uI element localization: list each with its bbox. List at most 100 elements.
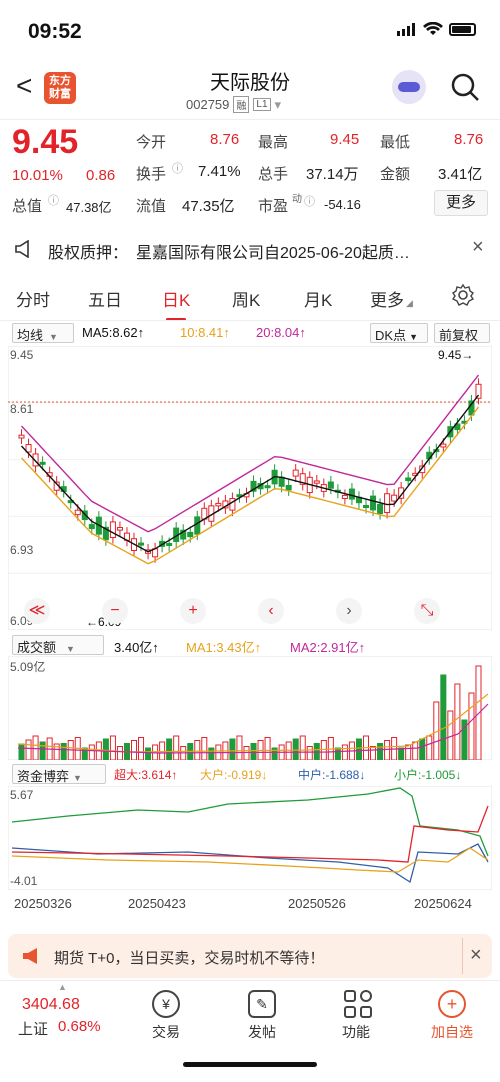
volume-bar [398, 747, 405, 760]
zoom-out-max-button[interactable]: ≪ [24, 598, 50, 624]
volume-bar [419, 738, 426, 760]
volume-bar [250, 743, 257, 760]
axis-top-label: 9.45 [10, 348, 34, 362]
mid-line [11, 843, 489, 884]
capital-indicator-select[interactable]: 资金博弈 ▼ [12, 764, 106, 784]
candle-body [362, 504, 370, 508]
volume-chart[interactable] [8, 656, 492, 760]
chart-frame [8, 346, 492, 630]
fullscreen-button[interactable]: ⤡ [414, 598, 440, 624]
volume-indicator-select[interactable]: 成交额 ▼ [12, 635, 104, 655]
status-time: 09:52 [28, 20, 82, 43]
scroll-right-button[interactable]: › [336, 598, 362, 624]
notice-bar[interactable]: 股权质押： 星嘉国际有限公司自2025-06-20起质… × [0, 228, 500, 270]
wifi-icon [423, 22, 443, 35]
pe-label: 市盈 [258, 198, 289, 215]
kline-chart[interactable] [8, 346, 492, 630]
search-icon[interactable] [450, 72, 480, 102]
tab-intraday[interactable]: 分时 [16, 286, 50, 311]
banner-close-button[interactable]: × [470, 944, 482, 967]
candle-body [341, 494, 348, 499]
nav-post-label: 发帖 [248, 1024, 276, 1040]
volume-label: 总手 [258, 166, 289, 183]
axis-low-label: 6.93 [10, 543, 34, 557]
battery-icon [449, 22, 476, 36]
volume-bar [306, 746, 313, 760]
megaphone-icon [23, 948, 37, 964]
settings-icon[interactable] [452, 284, 474, 306]
last-price-label: 9.45→ [438, 348, 474, 362]
pe-value: -54.16 [324, 197, 361, 212]
zoom-in-button[interactable]: + [180, 598, 206, 624]
info-icon[interactable]: ⓘ [304, 193, 315, 209]
float-label: 流值 [136, 198, 167, 215]
scroll-left-button[interactable]: ‹ [258, 598, 284, 624]
ma20-line [21, 374, 480, 533]
capital-chart[interactable] [8, 786, 492, 890]
futures-ad-banner[interactable]: 期货 T+0，当日买卖，交易时机不等待！ × [8, 934, 492, 978]
capital-indicator-label: 资金博弈 [17, 769, 70, 784]
volume-bar [440, 674, 447, 760]
adjust-select[interactable]: 前复权 [434, 323, 490, 343]
tab-more[interactable]: 更多 ◢ [370, 286, 413, 311]
volume-indicator-label: 成交额 [17, 640, 57, 655]
date-label-1: 20250326 [14, 896, 72, 911]
amount-value: 3.41亿 [438, 166, 483, 183]
nav-add-watchlist[interactable]: + 加自选 [422, 990, 482, 1042]
low-value: 8.76 [454, 131, 484, 148]
pe-sup: 动 [292, 194, 302, 205]
volume-bar [145, 747, 152, 760]
volume-bar [229, 738, 236, 760]
period-tabs: 分时 五日 日K 周K 月K 更多 ◢ [0, 272, 500, 321]
nav-post[interactable]: ✎ 发帖 [232, 990, 292, 1042]
volume-bar [426, 735, 433, 760]
candle-body [278, 476, 285, 487]
nav-function[interactable]: 功能 [326, 990, 386, 1042]
cellular-icon [397, 22, 417, 36]
volume-bar [320, 740, 327, 760]
nav-trade[interactable]: ¥ 交易 [136, 990, 196, 1042]
candle-body [194, 516, 201, 535]
notice-close-button[interactable]: × [472, 236, 484, 259]
tab-five-day[interactable]: 五日 [88, 286, 122, 311]
volume-bar [39, 741, 46, 760]
assistant-avatar[interactable] [392, 70, 426, 104]
low-label: 最低 [380, 134, 411, 151]
volume-bar [166, 738, 173, 760]
volume-bar [468, 692, 475, 760]
edit-icon: ✎ [248, 990, 276, 1018]
volume-bar [116, 746, 123, 760]
caret-up-icon: ▲ [58, 982, 67, 992]
mktcap-value: 47.38亿 [66, 200, 112, 215]
high-value: 9.45 [330, 131, 360, 148]
tab-weekly-k[interactable]: 周K [232, 286, 260, 311]
tab-monthly-k[interactable]: 月K [304, 286, 332, 311]
indicator-select[interactable]: 均线 ▼ [12, 323, 74, 343]
small-line [11, 787, 489, 857]
small-legend: 小户:-1.005↓ [394, 768, 462, 782]
candle-body [391, 494, 398, 502]
tab-daily-k[interactable]: 日K [162, 286, 190, 321]
candle-body [377, 503, 384, 515]
volume-bar [334, 747, 341, 760]
info-icon[interactable]: ⓘ [48, 192, 59, 208]
volume-bar [102, 738, 109, 760]
more-button[interactable]: 更多 [434, 190, 488, 216]
candle-body [405, 477, 412, 482]
grid-icon [342, 990, 372, 1018]
volume-bar [384, 740, 391, 760]
dk-point-select[interactable]: DK点 ▼ [370, 323, 428, 343]
date-label-3: 20250526 [288, 896, 346, 911]
candle-body [18, 434, 25, 439]
stock-code-row[interactable]: 002759 融 L1 ▾ [186, 96, 281, 113]
index-value[interactable]: 3404.68 [22, 996, 80, 1014]
candle-body [74, 509, 81, 516]
ma20-legend: 20:8.04↑ [256, 325, 306, 340]
zoom-out-button[interactable]: − [102, 598, 128, 624]
info-icon[interactable]: ⓘ [172, 160, 183, 176]
volume-bar [194, 740, 201, 760]
index-name: 上证 [18, 1021, 49, 1038]
nav-trade-label: 交易 [152, 1024, 180, 1040]
dropdown-icon: ▾ [274, 96, 282, 112]
volume-bar [264, 737, 271, 760]
